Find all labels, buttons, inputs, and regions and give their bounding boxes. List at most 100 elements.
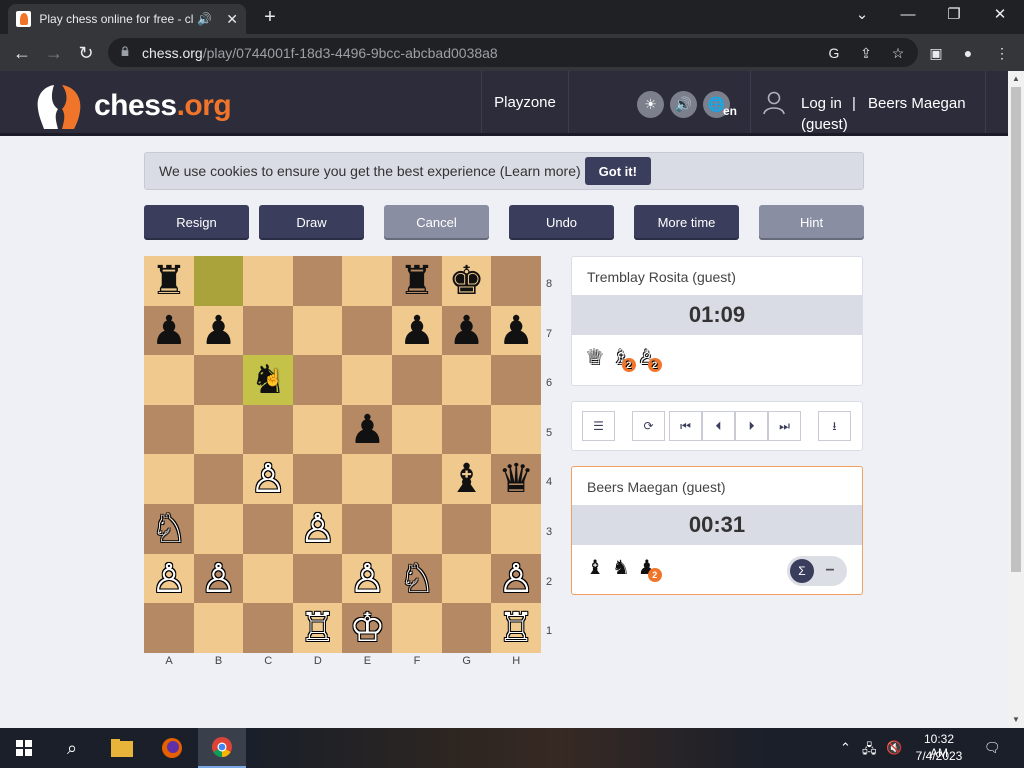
browser-tab[interactable]: Play chess online for free - cl 🔊 ✕ [8,4,246,34]
nav-playzone-link[interactable]: Playzone [481,71,569,133]
side-panel-icon[interactable]: ▣ [926,43,946,63]
forward-arrow-icon[interactable]: → [42,41,66,65]
username-link[interactable]: Beers Maegan [868,95,966,112]
more-time-button[interactable]: More time [634,205,739,240]
square-c2[interactable] [243,553,294,604]
square-f3[interactable] [392,504,442,554]
black-pawn-icon[interactable]: ♟ [144,306,194,356]
previous-move-icon[interactable]: ⏴ [702,411,735,441]
search-icon[interactable]: ⌕ [48,728,96,768]
reload-icon[interactable]: ↻ [74,41,98,65]
material-sum-toggle[interactable]: Σ − [787,556,847,586]
page-scrollbar[interactable]: ▲ ▼ [1008,71,1024,728]
square-h6[interactable] [491,355,542,406]
volume-muted-icon[interactable]: 🔇 [886,740,902,756]
square-e7[interactable] [342,305,393,356]
tray-chevron-icon[interactable]: ⌃ [840,740,851,756]
square-d5[interactable] [292,404,343,455]
white-rook-icon[interactable]: ♖ [293,603,343,653]
white-pawn-icon[interactable]: ♙ [491,554,541,604]
square-d8[interactable] [292,256,343,306]
square-a4[interactable] [144,454,194,505]
square-b1[interactable] [193,603,244,654]
square-d2[interactable] [292,553,343,604]
bookmark-star-icon[interactable]: ☆ [888,43,908,63]
tab-search-chevron-icon[interactable]: ⌄ [842,4,882,26]
square-c1[interactable] [243,603,294,654]
square-g6[interactable] [441,355,492,406]
scroll-up-icon[interactable]: ▲ [1008,71,1024,87]
square-h3[interactable] [491,504,542,554]
share-icon[interactable]: ⇪ [856,43,876,63]
square-f4[interactable] [392,454,442,505]
last-move-icon[interactable]: ⏭ [768,411,801,441]
chess-board[interactable]: ♜ ♜ ♚ ♟ ♟ ♟ ♟ ♟ ♞ ♟ ♙ ♝ ♛ ♘ ♙ ♙ ♙ ♙ ♘ ♙ ♖ ♔ ♖ [144,256,542,654]
square-e6[interactable] [342,355,393,406]
move-list-icon[interactable]: ☰ [582,411,615,441]
square-f1[interactable] [392,603,442,654]
login-link[interactable]: Log in [801,95,842,112]
white-pawn-icon[interactable]: ♙ [194,554,244,604]
cancel-button[interactable]: Cancel [384,205,489,240]
site-logo[interactable]: chess.org [32,81,232,131]
white-pawn-icon[interactable]: ♙ [243,454,293,504]
firefox-icon[interactable] [148,728,196,768]
chrome-icon[interactable] [198,728,246,768]
square-b4[interactable] [193,454,244,505]
white-pawn-icon[interactable]: ♙ [293,504,343,554]
square-f5[interactable] [392,404,442,455]
tab-close-icon[interactable]: ✕ [226,11,238,28]
speaker-icon[interactable]: 🔊 [197,12,212,26]
square-b5[interactable] [193,404,244,455]
black-pawn-icon[interactable]: ♟ [442,306,492,356]
square-d7[interactable] [292,305,343,356]
square-g1[interactable] [441,603,492,654]
square-g3[interactable] [441,504,492,554]
first-move-icon[interactable]: ⏮ [669,411,702,441]
square-d4[interactable] [292,454,343,505]
draw-button[interactable]: Draw [259,205,364,240]
square-h8[interactable] [491,256,542,306]
brightness-icon[interactable]: ☀ [637,91,664,118]
square-a6[interactable] [144,355,194,406]
square-e8[interactable] [342,256,393,306]
resign-button[interactable]: Resign [144,205,249,240]
white-rook-icon[interactable]: ♖ [491,603,541,653]
scroll-down-icon[interactable]: ▼ [1008,712,1024,728]
restore-button[interactable]: ❐ [934,4,974,26]
black-pawn-icon[interactable]: ♟ [392,306,442,356]
white-pawn-icon[interactable]: ♙ [144,554,194,604]
windows-start-icon[interactable] [0,728,48,768]
square-b6[interactable] [193,355,244,406]
square-c3[interactable] [243,504,294,554]
cookie-accept-button[interactable]: Got it! [584,157,651,185]
white-king-icon[interactable]: ♔ [342,603,392,653]
flip-board-icon[interactable]: ⟳ [632,411,665,441]
square-h5[interactable] [491,404,542,455]
file-explorer-icon[interactable] [98,728,146,768]
square-c5[interactable] [243,404,294,455]
hint-button[interactable]: Hint [759,205,864,240]
sound-icon[interactable]: 🔊 [670,91,697,118]
cookie-learn-more-link[interactable]: (Learn more) [500,163,581,179]
new-tab-button[interactable]: + [258,6,282,29]
address-bar[interactable]: chess.org/play/0744001f-18d3-4496-9bcc-a… [108,38,918,67]
square-b3[interactable] [193,504,244,554]
square-f6[interactable] [392,355,442,406]
undo-button[interactable]: Undo [509,205,614,240]
download-icon[interactable]: ⭳ [818,411,851,441]
square-g5[interactable] [441,404,492,455]
square-c8[interactable] [243,256,294,306]
black-rook-icon[interactable]: ♜ [392,256,442,306]
white-knight-icon[interactable]: ♘ [144,504,194,554]
black-pawn-icon[interactable]: ♟ [342,405,392,455]
notification-icon[interactable]: 🗨 [984,740,1001,756]
minimize-button[interactable]: — [888,4,928,26]
square-b8[interactable] [193,256,244,306]
square-d6[interactable] [292,355,343,406]
black-pawn-icon[interactable]: ♟ [491,306,541,356]
square-a1[interactable] [144,603,194,654]
black-pawn-icon[interactable]: ♟ [194,306,244,356]
taskbar-date[interactable]: 7/4/2023 [914,749,964,763]
square-e3[interactable] [342,504,393,554]
